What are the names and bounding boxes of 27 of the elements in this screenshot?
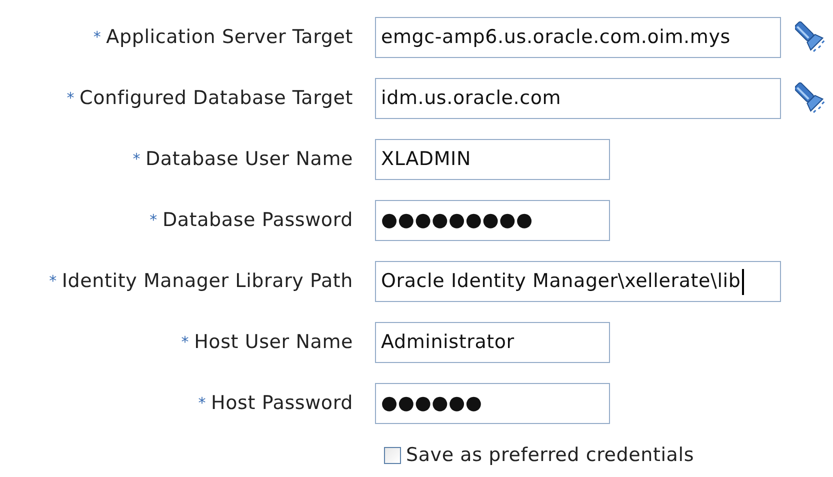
field-label: Database User Name	[146, 147, 353, 172]
search-button[interactable]	[795, 20, 825, 54]
text-field[interactable]: emgc-amp6.us.oracle.com.oim.mys	[375, 17, 781, 58]
required-marker: *	[132, 149, 140, 170]
field-label: Application Server Target	[106, 25, 353, 50]
field-label: Host Password	[211, 391, 353, 416]
checkbox-label: Save as preferred credentials	[406, 443, 694, 468]
search-button[interactable]	[795, 82, 825, 116]
required-marker: *	[93, 27, 102, 48]
field-label: Host User Name	[194, 330, 353, 356]
text-field[interactable]: idm.us.oracle.com	[375, 78, 781, 119]
required-marker: *	[198, 393, 206, 414]
flashlight-icon	[795, 82, 825, 116]
text-field[interactable]: XLADMIN	[375, 139, 610, 180]
required-marker: *	[66, 88, 75, 110]
text-field[interactable]: ●●●●●●●●●	[375, 200, 610, 241]
text-field[interactable]: Oracle Identity Manager\xellerate\lib	[375, 261, 781, 302]
required-marker: *	[150, 210, 158, 232]
flashlight-icon	[795, 20, 825, 54]
text-field[interactable]: ●●●●●●	[375, 383, 610, 424]
field-label: Configured Database Target	[80, 86, 353, 112]
field-label: Identity Manager Library Path	[62, 269, 353, 294]
required-marker: *	[49, 271, 57, 292]
required-marker: *	[181, 332, 190, 354]
checkbox[interactable]	[384, 446, 401, 464]
field-label: Database Password	[162, 208, 353, 234]
text-field[interactable]: Administrator	[375, 322, 610, 363]
